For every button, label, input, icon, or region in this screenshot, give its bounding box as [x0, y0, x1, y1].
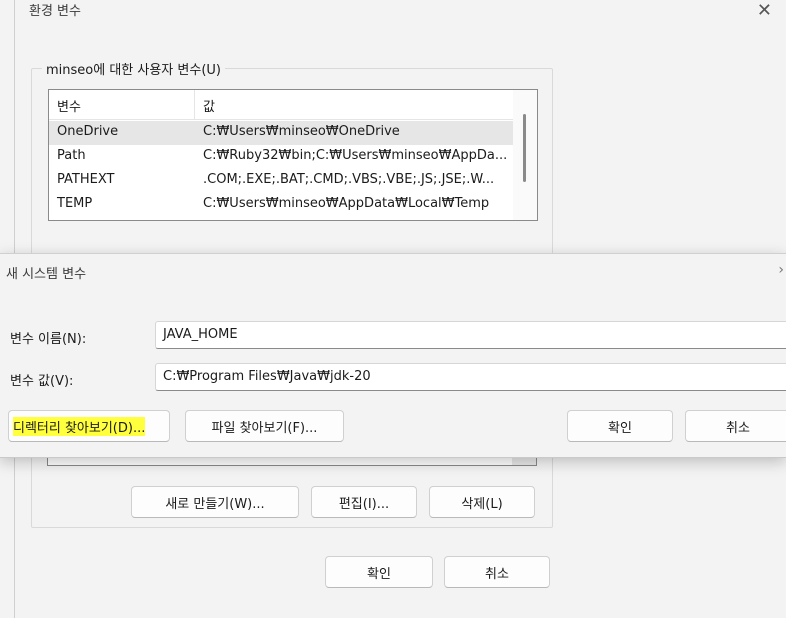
column-divider[interactable] — [194, 90, 195, 120]
cell-variable-name: PATHEXT — [57, 172, 115, 187]
new-dialog-title: 새 시스템 변수 — [6, 267, 87, 282]
table-row[interactable]: TEMP C:₩Users₩minseo₩AppData₩Local₩Temp — [49, 193, 513, 217]
cell-variable-value: C:₩Users₩minseo₩AppData₩Local₩Temp — [203, 196, 490, 211]
new-var-ok-button[interactable]: 확인 — [567, 410, 673, 442]
scrollbar-thumb[interactable] — [523, 114, 526, 182]
column-header-value[interactable]: 값 — [203, 96, 215, 115]
table-row[interactable]: Path C:₩Ruby32₩bin;C:₩Users₩minseo₩AppDa… — [49, 145, 513, 169]
close-icon[interactable]: › — [778, 262, 784, 278]
list-scrollbar[interactable] — [512, 458, 536, 465]
env-dialog-title: 환경 변수 — [29, 4, 81, 19]
new-variable-button[interactable]: 새로 만들기(W)... — [131, 486, 299, 518]
delete-variable-button[interactable]: 삭제(L) — [429, 486, 535, 518]
dialog-title-bar[interactable]: 새 시스템 변수 › — [0, 254, 786, 292]
user-variables-list[interactable]: 변수 값 OneDrive C:₩Users₩minseo₩OneDrive P… — [48, 89, 538, 221]
cell-variable-value: C:₩Users₩minseo₩OneDrive — [203, 124, 400, 139]
cell-variable-value: C:₩Ruby32₩bin;C:₩Users₩minseo₩AppDa... — [203, 148, 508, 163]
variable-name-input[interactable]: JAVA_HOME — [155, 321, 786, 349]
edit-variable-button[interactable]: 편집(I)... — [311, 486, 417, 518]
system-variables-list[interactable] — [47, 458, 537, 466]
variable-value-input[interactable]: C:₩Program Files₩Java₩jdk-20 — [155, 363, 786, 391]
table-row[interactable]: OneDrive C:₩Users₩minseo₩OneDrive — [49, 121, 513, 145]
cell-variable-name: TEMP — [57, 196, 93, 211]
list-header: 변수 값 — [49, 90, 513, 120]
new-system-variable-dialog: 새 시스템 변수 › 변수 이름(N): JAVA_HOME 변수 값(V): … — [0, 253, 786, 458]
close-icon[interactable]: ✕ — [757, 0, 772, 21]
variable-value-label: 변수 값(V): — [10, 374, 74, 389]
column-header-variable[interactable]: 변수 — [57, 96, 81, 115]
cell-variable-name: OneDrive — [57, 124, 119, 139]
new-var-cancel-button[interactable]: 취소 — [685, 410, 786, 442]
cell-variable-name: Path — [57, 148, 86, 163]
user-variables-group-label: minseo에 대한 사용자 변수(U) — [42, 59, 225, 78]
browse-file-button[interactable]: 파일 찾아보기(F)... — [185, 410, 344, 442]
browse-directory-label: 디렉터리 찾아보기(D)... — [13, 416, 146, 436]
cell-variable-value: .COM;.EXE;.BAT;.CMD;.VBS;.VBE;.JS;.JSE;.… — [203, 172, 495, 187]
list-scrollbar[interactable] — [513, 90, 537, 220]
ok-button[interactable]: 확인 — [325, 556, 433, 588]
variable-name-label: 변수 이름(N): — [10, 332, 87, 347]
table-row[interactable]: PATHEXT .COM;.EXE;.BAT;.CMD;.VBS;.VBE;.J… — [49, 169, 513, 193]
cancel-button[interactable]: 취소 — [444, 556, 550, 588]
browse-directory-button[interactable]: 디렉터리 찾아보기(D)... — [8, 410, 170, 442]
